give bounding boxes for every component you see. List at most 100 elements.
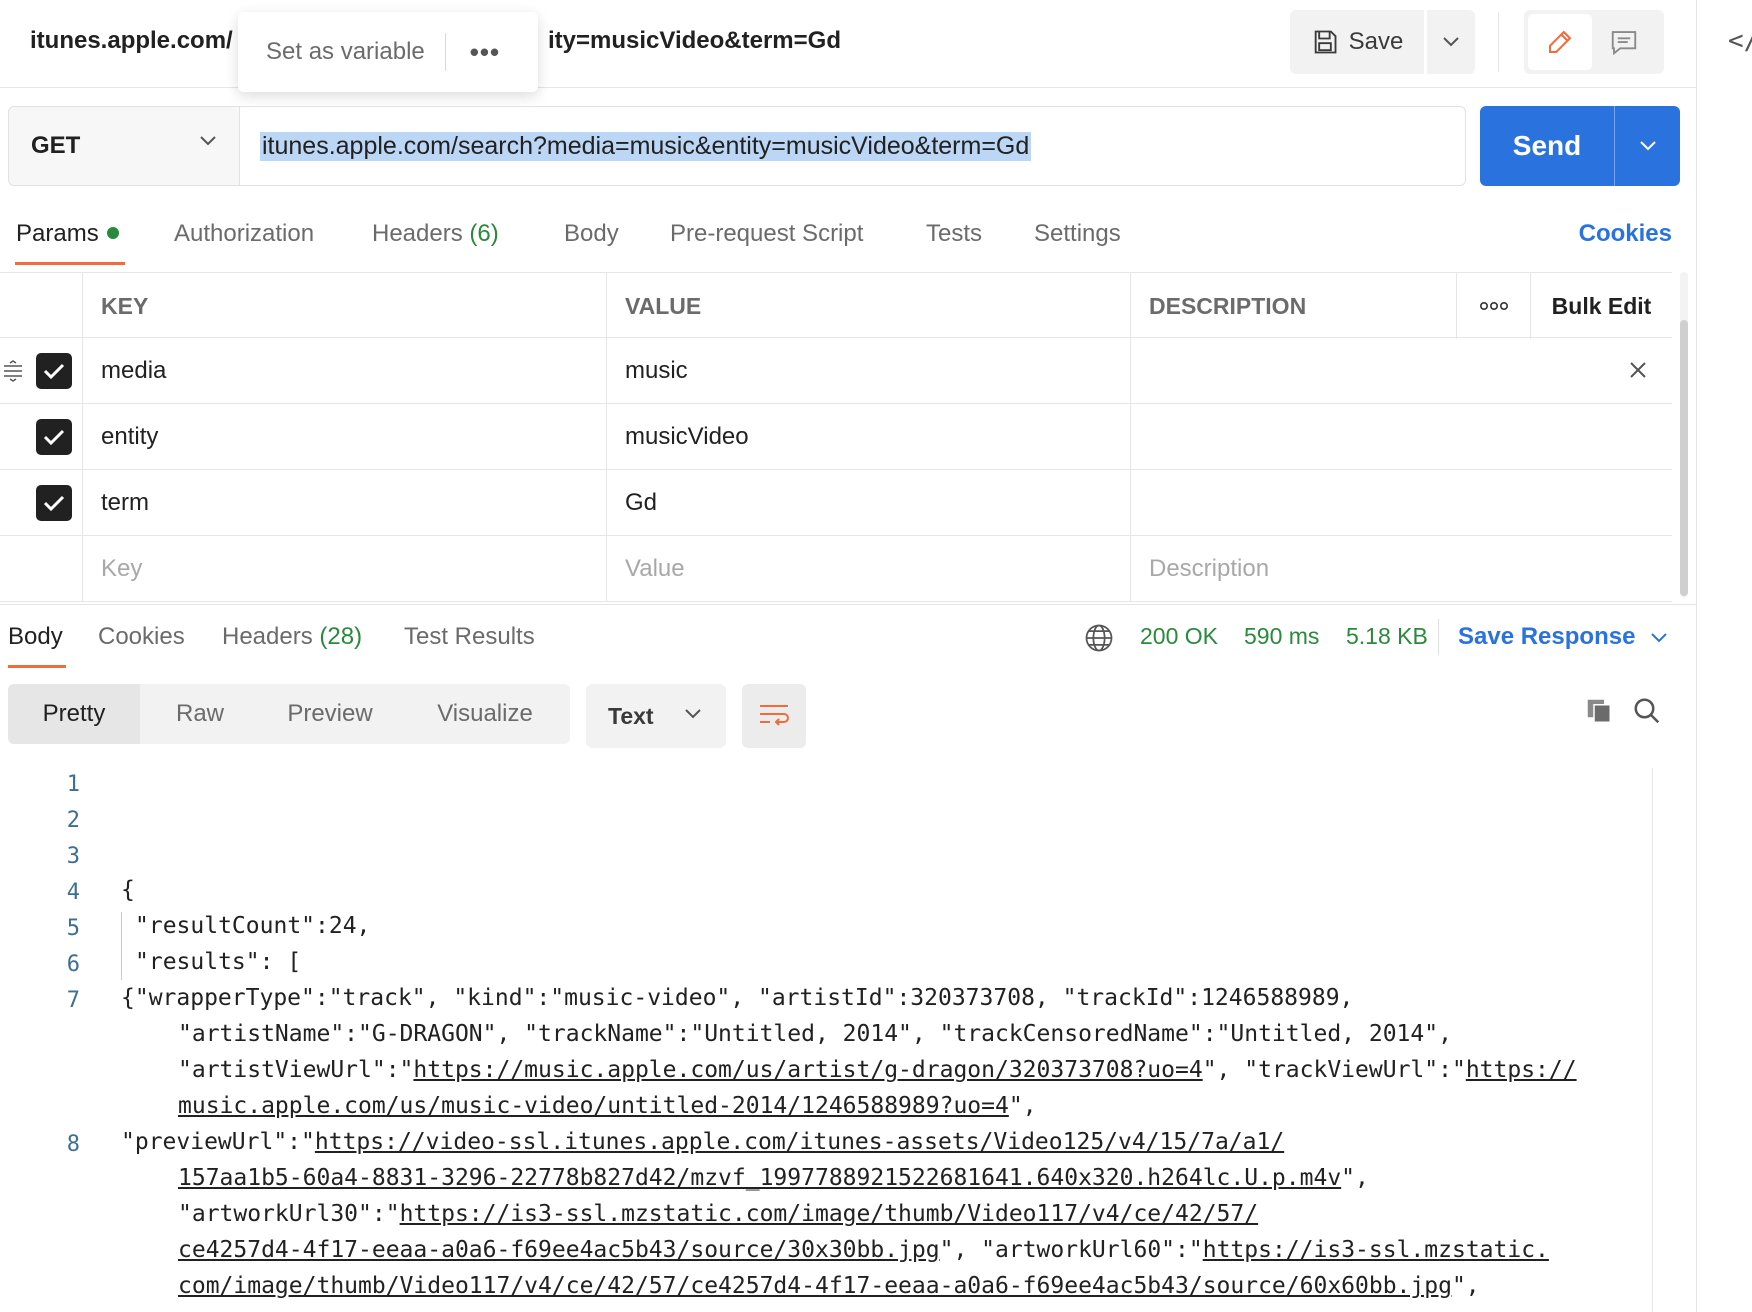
track-view-url-link-cont[interactable]: music.apple.com/us/music-video/untitled-…	[178, 1093, 1009, 1119]
close-icon[interactable]	[1628, 360, 1648, 380]
search-icon[interactable]	[1632, 696, 1662, 726]
code-line: com/image/thumb/Video117/v4/ce/42/57/ce4…	[178, 1268, 1480, 1304]
code-text: ", "artworkUrl60":"	[939, 1237, 1203, 1263]
view-preview[interactable]: Preview	[260, 684, 400, 744]
new-description-input[interactable]: Description	[1130, 536, 1672, 602]
request-name-left[interactable]: itunes.apple.com/	[30, 27, 233, 55]
code-line: {"wrapperType":"track", "kind":"music-vi…	[121, 985, 1354, 1011]
save-button[interactable]: Save	[1290, 10, 1424, 74]
top-bar: itunes.apple.com/ ity=musicVideo&term=Gd…	[0, 0, 1696, 92]
tab-body[interactable]: Body	[564, 220, 619, 248]
view-visualize[interactable]: Visualize	[400, 684, 570, 744]
params-scrollbar[interactable]	[1680, 272, 1688, 598]
tab-prerequest-script[interactable]: Pre-request Script	[670, 220, 863, 248]
response-time[interactable]: 590 ms	[1244, 623, 1319, 650]
set-variable-popover: Set as variable •••	[238, 12, 538, 92]
param-description-cell[interactable]	[1130, 404, 1672, 470]
code-line: "artistViewUrl":"https://music.apple.com…	[178, 1052, 1577, 1088]
save-icon	[1314, 30, 1337, 54]
copy-icon[interactable]	[1584, 696, 1614, 726]
tab-headers[interactable]: Headers (6)	[372, 220, 499, 248]
row-check-cell	[0, 404, 82, 470]
edit-mode-button[interactable]	[1528, 14, 1592, 70]
url-input[interactable]: itunes.apple.com/search?media=music&enti…	[240, 106, 1466, 186]
param-key-cell[interactable]: term	[82, 470, 606, 536]
save-response-button[interactable]: Save Response	[1458, 623, 1668, 651]
tab-settings[interactable]: Settings	[1034, 220, 1121, 248]
param-checkbox[interactable]	[36, 353, 72, 389]
save-response-label: Save Response	[1458, 623, 1636, 650]
chevron-down-icon	[1639, 141, 1656, 151]
code-text: ",	[1451, 1273, 1480, 1299]
code-snippet-icon[interactable]: </	[1728, 26, 1752, 56]
tab-tests[interactable]: Tests	[926, 220, 982, 248]
status-code[interactable]: 200 OK	[1140, 623, 1218, 650]
view-raw[interactable]: Raw	[140, 684, 260, 744]
response-headers-count: (28)	[319, 623, 363, 650]
chevron-down-icon	[200, 136, 216, 146]
active-response-tab-indicator	[8, 665, 66, 668]
track-view-url-link[interactable]: https://	[1466, 1057, 1577, 1083]
line-number: 3	[66, 844, 80, 869]
code-line: "resultCount":24,	[135, 913, 371, 939]
method-label: GET	[31, 132, 81, 159]
checkmark-icon	[43, 429, 65, 446]
line-number: 5	[66, 916, 80, 941]
table-row: term Gd	[0, 470, 1672, 536]
artwork-url30-link-cont[interactable]: ce4257d4-4f17-eeaa-a0a6-f69ee4ac5b43/sou…	[178, 1237, 940, 1263]
param-value-cell[interactable]: Gd	[606, 470, 1130, 536]
param-description-cell[interactable]	[1130, 338, 1672, 404]
param-checkbox[interactable]	[36, 485, 72, 521]
more-horizontal-icon	[1479, 301, 1508, 311]
more-options-icon[interactable]: •••	[470, 37, 500, 68]
code-scroll-rail[interactable]	[1652, 768, 1653, 1312]
save-dropdown-button[interactable]	[1427, 10, 1475, 74]
new-value-input[interactable]: Value	[606, 536, 1130, 602]
artwork-url30-link[interactable]: https://is3-ssl.mzstatic.com/image/thumb…	[400, 1201, 1259, 1227]
send-dropdown-button[interactable]	[1614, 106, 1680, 186]
preview-url-link-cont[interactable]: 157aa1b5-60a4-8831-3296-22778b827d42/mzv…	[178, 1165, 1341, 1191]
globe-icon[interactable]	[1084, 623, 1114, 653]
param-description-cell[interactable]	[1130, 470, 1672, 536]
view-pretty[interactable]: Pretty	[8, 684, 140, 744]
response-divider	[1438, 619, 1439, 655]
response-tab-cookies[interactable]: Cookies	[98, 623, 185, 651]
scrollbar-thumb[interactable]	[1680, 320, 1688, 596]
request-name-right[interactable]: ity=musicVideo&term=Gd	[548, 27, 841, 55]
code-line: "results": [	[135, 949, 302, 975]
artwork-url60-link-cont[interactable]: com/image/thumb/Video117/v4/ce/42/57/ce4…	[178, 1273, 1452, 1299]
send-button[interactable]: Send	[1480, 106, 1614, 186]
new-key-input[interactable]: Key	[82, 536, 606, 602]
param-key-cell[interactable]: entity	[82, 404, 606, 470]
preview-url-link[interactable]: https://video-ssl.itunes.apple.com/itune…	[315, 1129, 1284, 1155]
format-select[interactable]: Text	[586, 684, 726, 748]
response-tab-headers[interactable]: Headers (28)	[222, 623, 362, 651]
save-label: Save	[1348, 28, 1404, 55]
method-select[interactable]: GET	[8, 106, 240, 186]
column-options-button[interactable]	[1456, 273, 1530, 339]
response-body[interactable]: 1 2 3 4 5 6 7 8 { "resultCount":24, "res…	[0, 760, 1650, 1312]
column-header-value: VALUE	[606, 273, 1130, 339]
mode-toggle	[1524, 10, 1664, 74]
code-line: {	[121, 877, 135, 903]
param-value-cell[interactable]: musicVideo	[606, 404, 1130, 470]
code-line: "artistName":"G-DRAGON", "trackName":"Un…	[178, 1021, 1452, 1047]
chevron-down-icon	[1443, 37, 1459, 47]
param-key-cell[interactable]: media	[82, 338, 606, 404]
response-size[interactable]: 5.18 KB	[1346, 623, 1428, 650]
response-tab-body[interactable]: Body	[8, 623, 63, 651]
cookies-link[interactable]: Cookies	[1579, 220, 1672, 248]
param-value-cell[interactable]: music	[606, 338, 1130, 404]
code-line: 157aa1b5-60a4-8831-3296-22778b827d42/mzv…	[178, 1160, 1369, 1196]
bulk-edit-button[interactable]: Bulk Edit	[1530, 273, 1672, 339]
param-checkbox[interactable]	[36, 419, 72, 455]
set-as-variable-option[interactable]: Set as variable	[266, 38, 425, 66]
wrap-lines-button[interactable]	[742, 684, 806, 748]
tab-params[interactable]: Params	[16, 220, 119, 248]
artist-view-url-link[interactable]: https://music.apple.com/us/artist/g-drag…	[413, 1057, 1202, 1083]
response-tab-test-results[interactable]: Test Results	[404, 623, 535, 651]
pencil-icon	[1549, 30, 1572, 53]
artwork-url60-link[interactable]: https://is3-ssl.mzstatic.	[1203, 1237, 1549, 1263]
comment-mode-button[interactable]	[1592, 14, 1656, 70]
tab-authorization[interactable]: Authorization	[174, 220, 314, 248]
